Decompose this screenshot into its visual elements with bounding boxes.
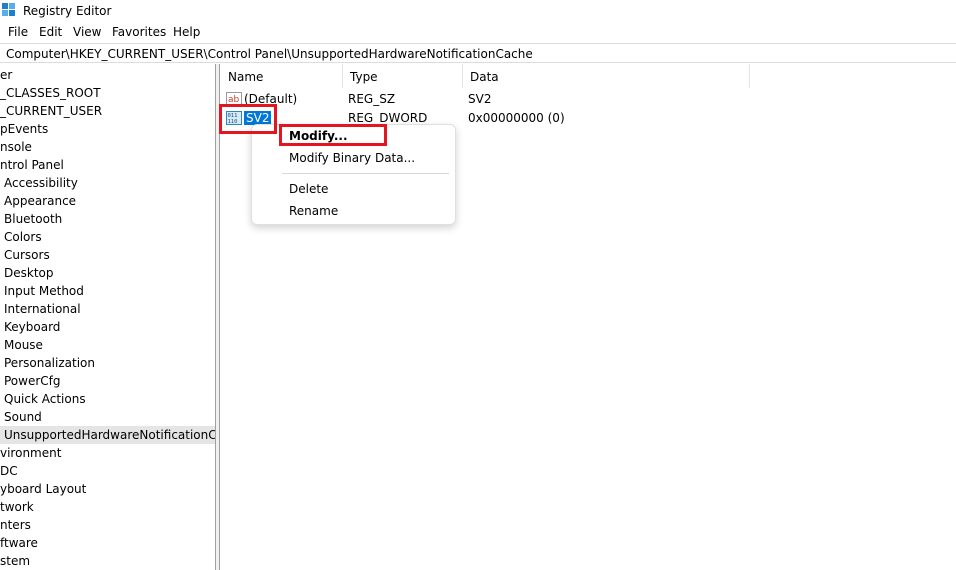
list-row[interactable]: ab (Default) REG_SZ SV2 [221,90,956,108]
address-path[interactable]: Computer\HKEY_CURRENT_USER\Control Panel… [6,47,533,61]
title-bar: Registry Editor [0,0,956,22]
tree-node[interactable]: Accessibility [4,174,80,192]
tree-node[interactable]: ftware [0,534,40,552]
context-separator [282,173,449,174]
address-bar[interactable]: Computer\HKEY_CURRENT_USER\Control Panel… [0,43,956,63]
tree-node[interactable]: _CLASSES_ROOT [0,84,103,102]
tree-node[interactable]: Keyboard [4,318,62,336]
menu-bar: File Edit View Favorites Help [0,23,956,43]
column-header-name[interactable]: Name [221,64,343,88]
tree-node[interactable]: ntrol Panel [0,156,66,174]
menu-view[interactable]: View [71,25,103,39]
tree-node[interactable]: er [0,66,14,84]
tree-node-selected[interactable]: UnsupportedHardwareNotificationCach [0,426,215,444]
tree-node[interactable]: vironment [0,444,63,462]
tree-node[interactable]: PowerCfg [4,372,63,390]
context-item-delete[interactable]: Delete [289,182,328,196]
tree-node[interactable]: pEvents [0,120,50,138]
tree-node[interactable]: twork [0,498,36,516]
tree-node[interactable]: nters [0,516,33,534]
tree-node[interactable]: Bluetooth [4,210,64,228]
column-header-type[interactable]: Type [343,64,463,88]
context-item-modify-binary[interactable]: Modify Binary Data... [289,151,415,165]
registry-editor-icon [2,3,15,16]
tree-node[interactable]: International [4,300,83,318]
value-type: REG_SZ [348,92,396,106]
column-header-data[interactable]: Data [463,64,750,88]
menu-favorites[interactable]: Favorites [110,25,168,39]
menu-edit[interactable]: Edit [37,25,64,39]
tree-node[interactable]: Input Method [4,282,86,300]
tree-node[interactable]: yboard Layout [0,480,88,498]
tree-node[interactable]: Desktop [4,264,56,282]
tree-node[interactable]: Sound [4,408,44,426]
highlight-box-modify [279,124,387,146]
menu-help[interactable]: Help [171,25,202,39]
tree-node[interactable]: _CURRENT_USER [0,102,104,120]
tree-node[interactable]: Quick Actions [4,390,88,408]
key-tree[interactable]: er _CLASSES_ROOT _CURRENT_USER pEvents n… [0,64,216,570]
tree-node[interactable]: Personalization [4,354,97,372]
list-header: Name Type Data [221,64,956,88]
tree-node[interactable]: stem [0,552,32,570]
tree-node[interactable]: Mouse [4,336,45,354]
tree-node[interactable]: Colors [4,228,44,246]
value-data: 0x00000000 (0) [468,111,565,125]
menu-file[interactable]: File [6,25,30,39]
tree-node[interactable]: Cursors [4,246,52,264]
tree-node[interactable]: DC [0,462,20,480]
highlight-box-sv2 [219,104,277,134]
tree-node[interactable]: Appearance [4,192,78,210]
tree-node[interactable]: nsole [0,138,34,156]
pane-splitter[interactable] [216,64,220,570]
context-item-rename[interactable]: Rename [289,204,338,218]
value-data: SV2 [468,92,492,106]
window-title: Registry Editor [23,4,112,18]
